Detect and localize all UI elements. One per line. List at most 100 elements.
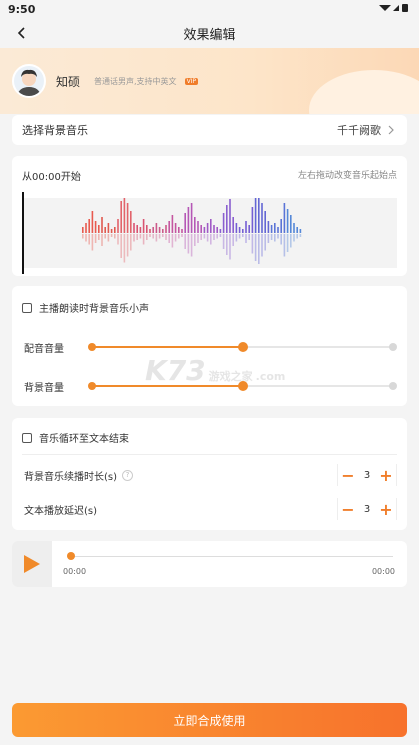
submit-button[interactable]: 立即合成使用 (12, 703, 407, 737)
checkbox-box[interactable] (22, 432, 32, 443)
back-button[interactable] (10, 21, 34, 45)
wave-bar-reflection (171, 234, 174, 248)
wave-bar (280, 219, 282, 233)
bg-volume-handle[interactable] (237, 381, 248, 391)
wave-bar (222, 213, 225, 233)
wave-bar (213, 225, 215, 233)
wave-bar-reflection (94, 234, 97, 243)
wave-bar (107, 223, 110, 233)
bg-volume-slider[interactable] (88, 381, 397, 391)
wave-bar-reflection (178, 234, 180, 239)
wave-bar-reflection (120, 234, 122, 258)
wave-bar (120, 201, 122, 233)
wave-bar (155, 223, 158, 233)
wave-bar-reflection (181, 234, 183, 237)
voice-name: 知硕 (56, 74, 81, 89)
wave-bar (142, 219, 145, 233)
wave-bar (152, 227, 154, 233)
duck-music-label: 主播朗读时背景音乐小声 (39, 304, 149, 315)
wave-bar (149, 229, 151, 233)
slider-start-dot (88, 382, 96, 390)
wave-bar (162, 229, 164, 233)
wave-bar-reflection (286, 234, 289, 252)
delay-stepper: − 3 + (337, 498, 397, 520)
wave-bar (229, 199, 231, 233)
delay-plus-button[interactable]: + (376, 498, 396, 520)
wave-bar (261, 203, 263, 233)
wave-bar (88, 219, 90, 233)
dub-volume-slider[interactable] (88, 342, 397, 352)
wave-bar (210, 219, 212, 233)
delay-row: 文本播放延迟(s) − 3 + (12, 498, 407, 520)
wave-bar (139, 227, 142, 233)
wave-bar (168, 221, 170, 233)
duration-minus-button[interactable]: − (338, 464, 358, 486)
wave-bar (283, 203, 286, 233)
avatar-man-icon (14, 66, 44, 96)
wave-bar (226, 205, 228, 233)
wave-bar (242, 229, 244, 233)
slider-end-dot (389, 343, 397, 351)
audio-player: 00:00 00:00 (12, 541, 407, 587)
wave-bar (171, 215, 174, 233)
loop-checkbox[interactable]: 音乐循环至文本结束 (12, 430, 129, 445)
wave-bar (165, 225, 167, 233)
duration-value[interactable]: 3 (364, 470, 370, 481)
wave-bar-reflection (187, 234, 190, 254)
duration-plus-button[interactable]: + (376, 464, 396, 486)
wave-bar (296, 227, 298, 233)
wave-bar (174, 223, 177, 233)
wave-bar-reflection (251, 234, 254, 254)
wave-bar-reflection (101, 234, 103, 246)
delay-minus-button[interactable]: − (338, 498, 358, 520)
volume-card: 主播朗读时背景音乐小声 配音音量 背景音量 (12, 286, 407, 406)
dub-volume-handle[interactable] (237, 342, 248, 352)
chevron-right-icon (388, 125, 394, 135)
playback-progress[interactable] (67, 552, 393, 560)
delay-value[interactable]: 3 (364, 504, 370, 515)
music-value: 千千阙歌 (337, 124, 381, 137)
wave-bar (178, 227, 180, 233)
divider (22, 454, 397, 455)
wave-bar (219, 229, 222, 233)
wave-bar-reflection (248, 234, 250, 240)
dub-volume-label: 配音音量 (24, 343, 64, 355)
play-button[interactable] (12, 541, 52, 587)
wave-bar-reflection (270, 234, 273, 240)
wave-bar-reflection (216, 234, 218, 239)
slider-start-dot (88, 343, 96, 351)
signal-battery-icon (379, 3, 408, 12)
wave-bar (184, 213, 186, 233)
wave-bar-reflection (114, 234, 116, 239)
waveform[interactable] (24, 193, 397, 268)
wave-bar (126, 203, 129, 233)
background-music-selector[interactable]: 选择背景音乐 千千阙歌 (12, 115, 407, 145)
wave-bar-reflection (126, 234, 129, 257)
wave-bar-reflection (245, 234, 247, 243)
wave-bar-reflection (210, 234, 212, 245)
wave-bar-reflection (219, 234, 222, 237)
wave-bar-reflection (136, 234, 138, 240)
page-title: 效果编辑 (183, 27, 236, 43)
wave-bar-reflection (152, 234, 154, 239)
wave-bar (277, 227, 279, 233)
wave-bar (136, 225, 138, 233)
help-icon[interactable]: ? (122, 469, 134, 481)
wave-bar (94, 221, 97, 233)
wave-bar (251, 207, 254, 233)
loop-label: 音乐循环至文本结束 (39, 434, 129, 445)
wave-bar (274, 223, 276, 233)
wave-bar (197, 221, 199, 233)
wave-bar-reflection (238, 234, 241, 239)
status-time: 9:50 (8, 2, 36, 16)
checkbox-box[interactable] (22, 302, 32, 313)
duck-music-checkbox[interactable]: 主播朗读时背景音乐小声 (12, 300, 149, 315)
waveform-cursor[interactable] (22, 192, 24, 274)
wave-bar-reflection (267, 234, 270, 243)
playback-handle[interactable] (67, 552, 75, 560)
wave-bar (238, 227, 241, 233)
wave-bar-reflection (200, 234, 202, 240)
waveform-card: 从00:00开始 左右拖动改变音乐起始点 (12, 156, 407, 276)
dub-volume-row: 配音音量 (12, 338, 407, 356)
wave-bar (187, 207, 190, 233)
